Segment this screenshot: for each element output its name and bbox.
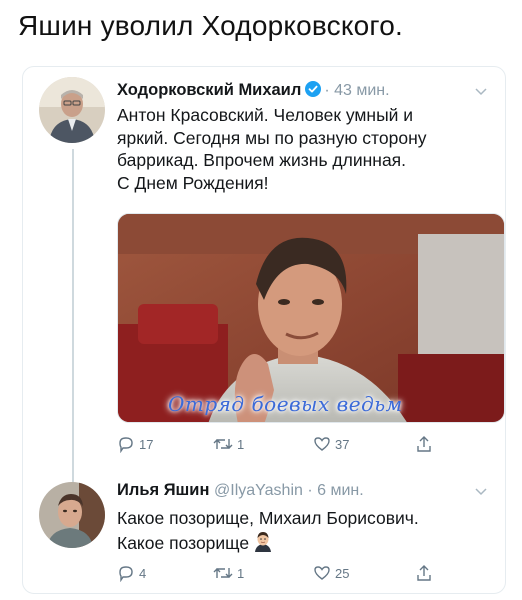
share-button[interactable] <box>415 564 433 582</box>
tweet-actions: 4 1 25 <box>117 564 477 586</box>
share-button[interactable] <box>415 435 433 453</box>
like-button[interactable]: 37 <box>313 435 349 453</box>
tweet-text-line: Какое позорище, Михаил Борисович. <box>117 508 419 528</box>
reply-count: 17 <box>139 436 154 452</box>
reply-count: 4 <box>139 565 147 581</box>
tweet-text-line: баррикад. Впрочем жизнь длинная. <box>117 150 407 170</box>
chevron-down-icon[interactable] <box>475 485 487 499</box>
like-count: 37 <box>335 436 350 452</box>
post-caption: Яшин уволил Ходорковского. <box>18 10 403 41</box>
like-icon <box>313 435 331 453</box>
avatar-khodorkovsky[interactable] <box>39 77 105 143</box>
tweet-text-line: Антон Красовский. Человек умный и <box>117 105 414 125</box>
reply-icon <box>117 435 135 453</box>
verified-badge-icon <box>305 81 322 102</box>
tweet-text-line: яркий. Сегодня мы по разную сторону <box>117 127 427 148</box>
tweet-time: · 43 мин. <box>324 82 390 99</box>
retweet-count: 1 <box>237 565 245 581</box>
reply-icon <box>117 564 135 582</box>
photo-watermark: Отряд боевых ведьм <box>168 392 403 416</box>
tweet-text-line: Какое позорище <box>117 532 250 553</box>
retweet-button[interactable]: 1 <box>213 564 244 582</box>
retweet-button[interactable]: 1 <box>213 435 244 453</box>
tweet-text: Какое позорище, Михаил Борисович. Какое … <box>117 507 419 557</box>
like-count: 25 <box>335 565 350 581</box>
reply-button[interactable]: 17 <box>117 435 153 453</box>
author-name[interactable]: Илья Яшин <box>117 481 209 499</box>
tweet-header: Ходорковский Михаил · 43 мин. <box>117 81 390 102</box>
tweet-text-line: С Днем Рождения! <box>117 172 269 193</box>
like-button[interactable]: 25 <box>313 564 349 582</box>
author-name[interactable]: Ходорковский Михаил <box>117 81 301 99</box>
retweet-count: 1 <box>237 436 245 452</box>
share-icon <box>415 435 433 453</box>
man-emoji-icon <box>252 530 274 558</box>
like-icon <box>313 564 331 582</box>
tweet-handle-time: @IlyaYashin · 6 мин. <box>214 482 364 499</box>
share-icon <box>415 564 433 582</box>
reply-button[interactable]: 4 <box>117 564 146 582</box>
tweet-header: Илья Яшин @IlyaYashin · 6 мин. <box>117 481 364 500</box>
tweet-text-line-with-emoji: Какое позорище <box>117 530 419 558</box>
chevron-down-icon[interactable] <box>475 85 487 99</box>
tweet-text: Антон Красовский. Человек умный и яркий.… <box>117 104 427 194</box>
tweet-actions: 17 1 37 <box>117 435 477 457</box>
tweet-thread-card: Ходорковский Михаил · 43 мин. Антон Красо… <box>22 66 506 594</box>
avatar-yashin[interactable] <box>39 482 105 548</box>
retweet-icon <box>213 564 233 582</box>
retweet-icon <box>213 435 233 453</box>
tweet-photo[interactable]: Отряд боевых ведьм <box>117 213 505 423</box>
